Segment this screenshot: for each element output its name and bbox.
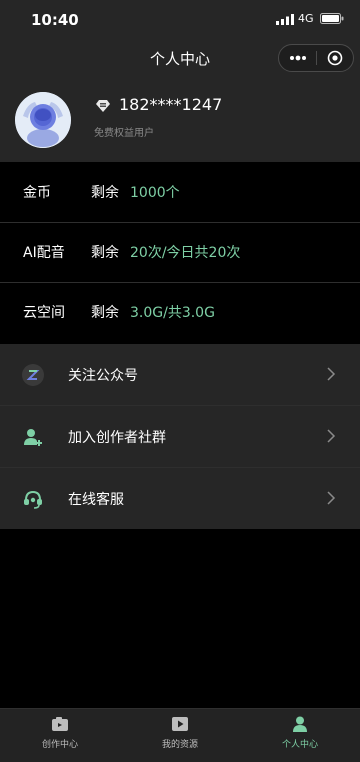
play-icon [172,717,188,731]
signal-icon [276,14,294,25]
network-type: 4G [298,12,314,25]
menu-item-label: 加入创作者社群 [68,430,166,446]
nav-header: 个人中心 [0,38,360,78]
menu-item-follow-account[interactable]: 关注公众号 [0,344,360,405]
avatar[interactable] [15,92,71,148]
tab-personal-center[interactable]: 个人中心 [240,709,360,762]
tab-creation-center[interactable]: 创作中心 [0,709,120,762]
tab-my-resources[interactable]: 我的资源 [120,709,240,762]
user-phone: 182****1247 [119,95,223,114]
menu-item-label: 在线客服 [68,492,124,508]
battery-icon [320,13,344,24]
quota-row-ai-voice: AI配音 剩余 20次/今日共20次 [0,223,360,282]
chevron-right-icon [327,367,336,381]
vip-diamond-icon [96,100,110,112]
close-target-icon[interactable] [327,50,343,66]
avatar-image [15,92,71,148]
status-time: 10:40 [31,11,79,29]
tab-bar: 创作中心 我的资源 个人中心 [0,708,360,762]
user-tier: 免费权益用户 [94,128,154,139]
quota-remaining-label: 剩余 [91,245,119,261]
quota-remaining-label: 剩余 [91,185,119,201]
quota-row-coins: 金币 剩余 1000个 [0,163,360,222]
quota-value: 1000个 [130,185,180,201]
more-icon[interactable] [289,53,307,63]
quota-row-cloud-space: 云空间 剩余 3.0G/共3.0G [0,283,360,342]
person-icon [293,716,307,732]
official-account-icon [22,364,44,386]
chevron-right-icon [327,491,336,505]
quota-label: 金币 [23,185,51,201]
menu-item-online-support[interactable]: 在线客服 [0,468,360,529]
quota-value: 3.0G/共3.0G [130,305,215,321]
mini-program-capsule [278,44,354,72]
menu-item-label: 关注公众号 [68,368,138,384]
quota-remaining-label: 剩余 [91,305,119,321]
tab-label: 创作中心 [41,740,78,750]
camera-icon [52,717,68,731]
menu-item-join-community[interactable]: 加入创作者社群 [0,406,360,467]
status-bar: 10:40 4G [0,0,360,38]
add-user-icon [24,429,42,446]
chevron-right-icon [327,429,336,443]
quota-label: 云空间 [23,305,65,321]
capsule-divider [316,51,317,65]
profile-card[interactable] [0,78,360,162]
headset-icon [24,490,42,509]
quota-label: AI配音 [23,245,65,261]
tab-label: 我的资源 [161,740,198,750]
tab-label: 个人中心 [281,740,318,750]
quota-value: 20次/今日共20次 [130,245,241,261]
